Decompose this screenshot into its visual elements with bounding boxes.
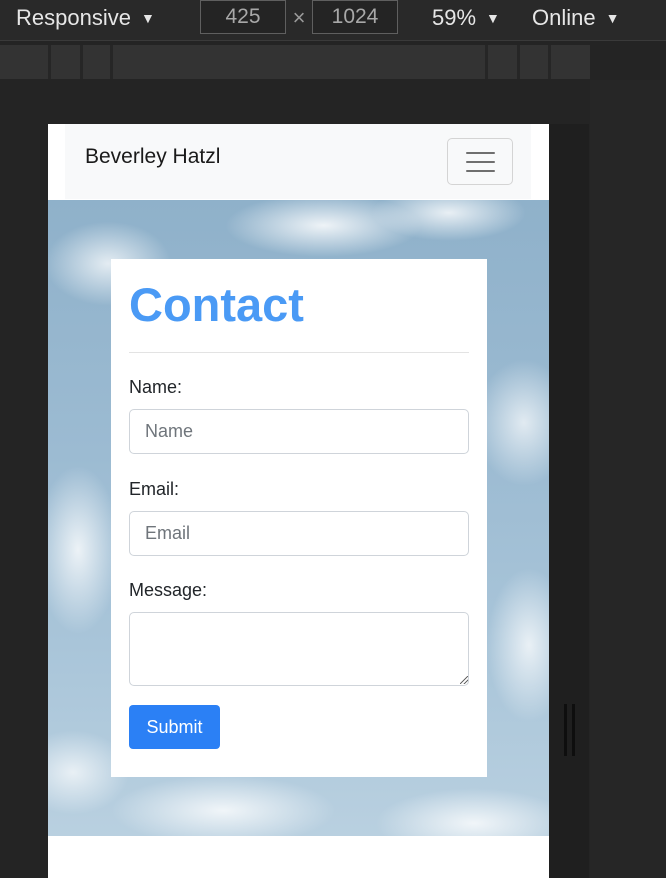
network-throttle-dropdown[interactable]: Online ▼ (532, 3, 619, 33)
zoom-label: 59% (432, 5, 477, 30)
viewport-height-input[interactable]: 1024 (312, 0, 398, 34)
contact-card: Contact Name: Email: Message: Submit (111, 259, 487, 777)
throttle-label: Online (532, 5, 596, 30)
media-query-tick (548, 45, 551, 79)
viewport-gutter (549, 124, 589, 878)
media-query-tick (80, 45, 83, 79)
divider (129, 352, 469, 353)
message-textarea[interactable] (129, 612, 469, 686)
navbar-brand[interactable]: Beverley Hatzl (85, 145, 220, 169)
dimension-times-icon: × (292, 5, 306, 30)
submit-button[interactable]: Submit (129, 705, 220, 749)
media-query-tick (485, 45, 488, 79)
message-label: Message: (129, 580, 208, 600)
viewport-background (590, 80, 666, 878)
emulated-page: Beverley Hatzl Contact Name: Email: Mess… (48, 124, 549, 878)
devtools-device-toolbar: Responsive ▼ 425 × 1024 59% ▼ Online ▼ (0, 0, 666, 41)
media-query-bar[interactable] (0, 45, 590, 79)
device-mode-label: Responsive (16, 5, 131, 30)
viewport-width-input[interactable]: 425 (200, 0, 286, 34)
sky-background-section: Contact Name: Email: Message: Submit (48, 200, 549, 836)
media-query-tick (517, 45, 520, 79)
name-input[interactable] (129, 409, 469, 454)
navbar-toggler-button[interactable] (447, 138, 513, 185)
page-title: Contact (129, 278, 304, 331)
caret-down-icon: ▼ (486, 10, 500, 26)
textarea-resize-icon[interactable] (460, 676, 468, 684)
media-query-tick (48, 45, 51, 79)
caret-down-icon: ▼ (140, 10, 155, 26)
zoom-dropdown[interactable]: 59% ▼ (432, 3, 500, 33)
viewport-resize-handle[interactable] (564, 704, 576, 756)
caret-down-icon: ▼ (605, 10, 620, 26)
media-query-tick (110, 45, 113, 79)
email-input[interactable] (129, 511, 469, 556)
email-label: Email: (129, 479, 180, 499)
name-label: Name: (129, 377, 183, 397)
navbar: Beverley Hatzl (65, 124, 531, 199)
device-mode-dropdown[interactable]: Responsive ▼ (16, 3, 155, 33)
